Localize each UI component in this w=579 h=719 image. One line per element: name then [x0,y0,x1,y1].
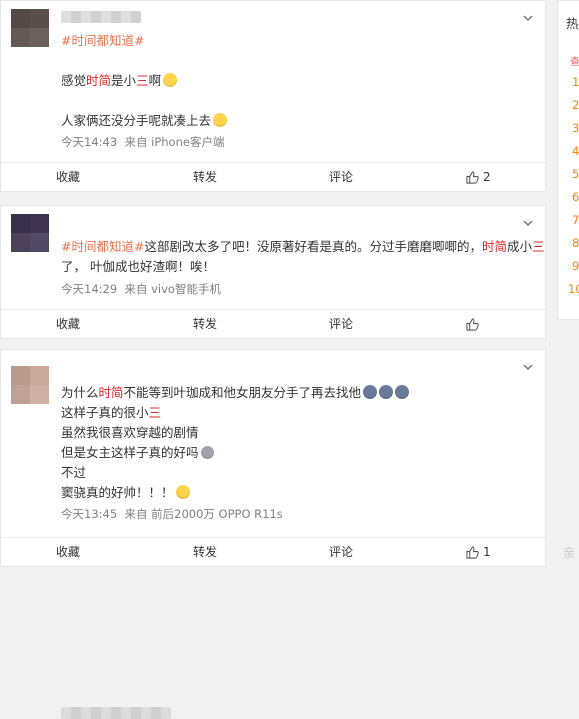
post-topic[interactable]: #时间都知道# [61,31,144,51]
thumbs-up-icon [466,545,479,559]
post-text-line: 这样子真的很小三 [61,405,162,420]
post-time[interactable]: 今天14:43 [61,135,117,149]
post-text-line: 为什么时简不能等到叶珈成和他女朋友分手了再去找他 [61,383,410,403]
like-button[interactable]: 1 [466,538,491,566]
comment-button[interactable]: 评论 [329,310,353,338]
watermark: 亲 [562,546,575,560]
sad-icon [200,446,214,459]
cry-laugh-icon [395,385,410,399]
rank-number[interactable]: 10 [568,282,579,296]
cry-laugh-icon [363,385,378,399]
avatar[interactable] [11,214,49,252]
hot-search-sidebar: 热 查 1 2 3 4 5 6 7 8 9 10 [557,0,579,320]
post-meta: 今天13:45 来自 前后2000万 OPPO R11s [61,506,283,522]
favorite-button[interactable]: 收藏 [56,538,80,566]
post-text-line: 但是女主这样子真的好吗 [61,443,214,463]
post-time[interactable]: 今天14:29 [61,282,117,296]
post-text-line: 不过 [61,465,87,480]
favorite-button[interactable]: 收藏 [56,310,80,338]
sidebar-title: 热 [566,16,579,31]
chevron-down-icon[interactable] [523,218,533,228]
doge-icon [163,73,178,87]
post-source: 来自 vivo智能手机 [124,282,221,296]
chevron-down-icon[interactable] [523,13,533,23]
post-text-line: 了， 叶伽成也好渣啊！唉！ [61,259,215,274]
rank-number[interactable]: 7 [572,213,579,227]
rank-number[interactable]: 1 [572,75,579,89]
post-topic[interactable]: #时间都知道# [61,239,144,254]
post-meta: 今天14:43 来自 iPhone客户端 [61,134,224,150]
cry-laugh-icon [379,385,394,399]
post-text-line: 人家俩还没分手呢就凑上去 [61,111,228,131]
favorite-button[interactable]: 收藏 [56,163,80,191]
rank-number[interactable]: 6 [572,190,579,204]
post-text-line: 窦骁真的好帅！！！ [61,483,190,503]
like-count: 1 [483,545,491,559]
comment-button[interactable]: 评论 [329,163,353,191]
repost-button[interactable]: 转发 [193,538,217,566]
laugh-icon [175,485,190,499]
avatar[interactable] [11,9,49,47]
repost-button[interactable]: 转发 [193,310,217,338]
username-blurred[interactable] [61,11,141,23]
post-meta: 今天14:29 来自 vivo智能手机 [61,281,221,297]
like-count: 2 [483,170,491,184]
post-actions: 收藏 转发 评论 1 [1,537,545,566]
username-blurred[interactable] [61,707,171,719]
post-time[interactable]: 今天13:45 [61,507,117,521]
rank-number[interactable]: 5 [572,167,579,181]
post-text-line: 虽然我很喜欢穿越的剧情 [61,425,199,440]
rank-number[interactable]: 3 [572,121,579,135]
sidebar-hot-mark[interactable]: 查 [570,53,579,68]
like-button[interactable]: 2 [466,163,491,191]
facepalm-icon [213,113,228,127]
weibo-post-1: #时间都知道# 感觉时简是小三啊 人家俩还没分手呢就凑上去 今天14:43 来自… [0,0,546,192]
repost-button[interactable]: 转发 [193,163,217,191]
post-source: 来自 前后2000万 OPPO R11s [124,507,283,521]
chevron-down-icon[interactable] [523,362,533,372]
avatar[interactable] [11,366,49,404]
thumbs-up-icon [466,170,479,184]
thumbs-up-icon [466,317,479,331]
post-actions: 收藏 转发 评论 2 [1,162,545,191]
rank-number[interactable]: 8 [572,236,579,250]
rank-number[interactable]: 9 [572,259,579,273]
weibo-post-2: #时间都知道#这部剧改太多了吧！没原著好看是真的。分过手磨磨唧唧的，时简成小三 … [0,205,546,432]
rank-number[interactable]: 2 [572,98,579,112]
post-text-line: #时间都知道#这部剧改太多了吧！没原著好看是真的。分过手磨磨唧唧的，时简成小三 [61,239,545,254]
post-actions: 收藏 转发 评论 [1,309,545,338]
post-text-line: 感觉时简是小三啊 [61,71,178,91]
rank-number[interactable]: 4 [572,144,579,158]
comment-button[interactable]: 评论 [329,538,353,566]
weibo-post-3: 为什么时简不能等到叶珈成和他女朋友分手了再去找他 这样子真的很小三 虽然我很喜欢… [0,349,546,719]
post-source: 来自 iPhone客户端 [124,135,225,149]
like-button[interactable] [466,310,483,338]
